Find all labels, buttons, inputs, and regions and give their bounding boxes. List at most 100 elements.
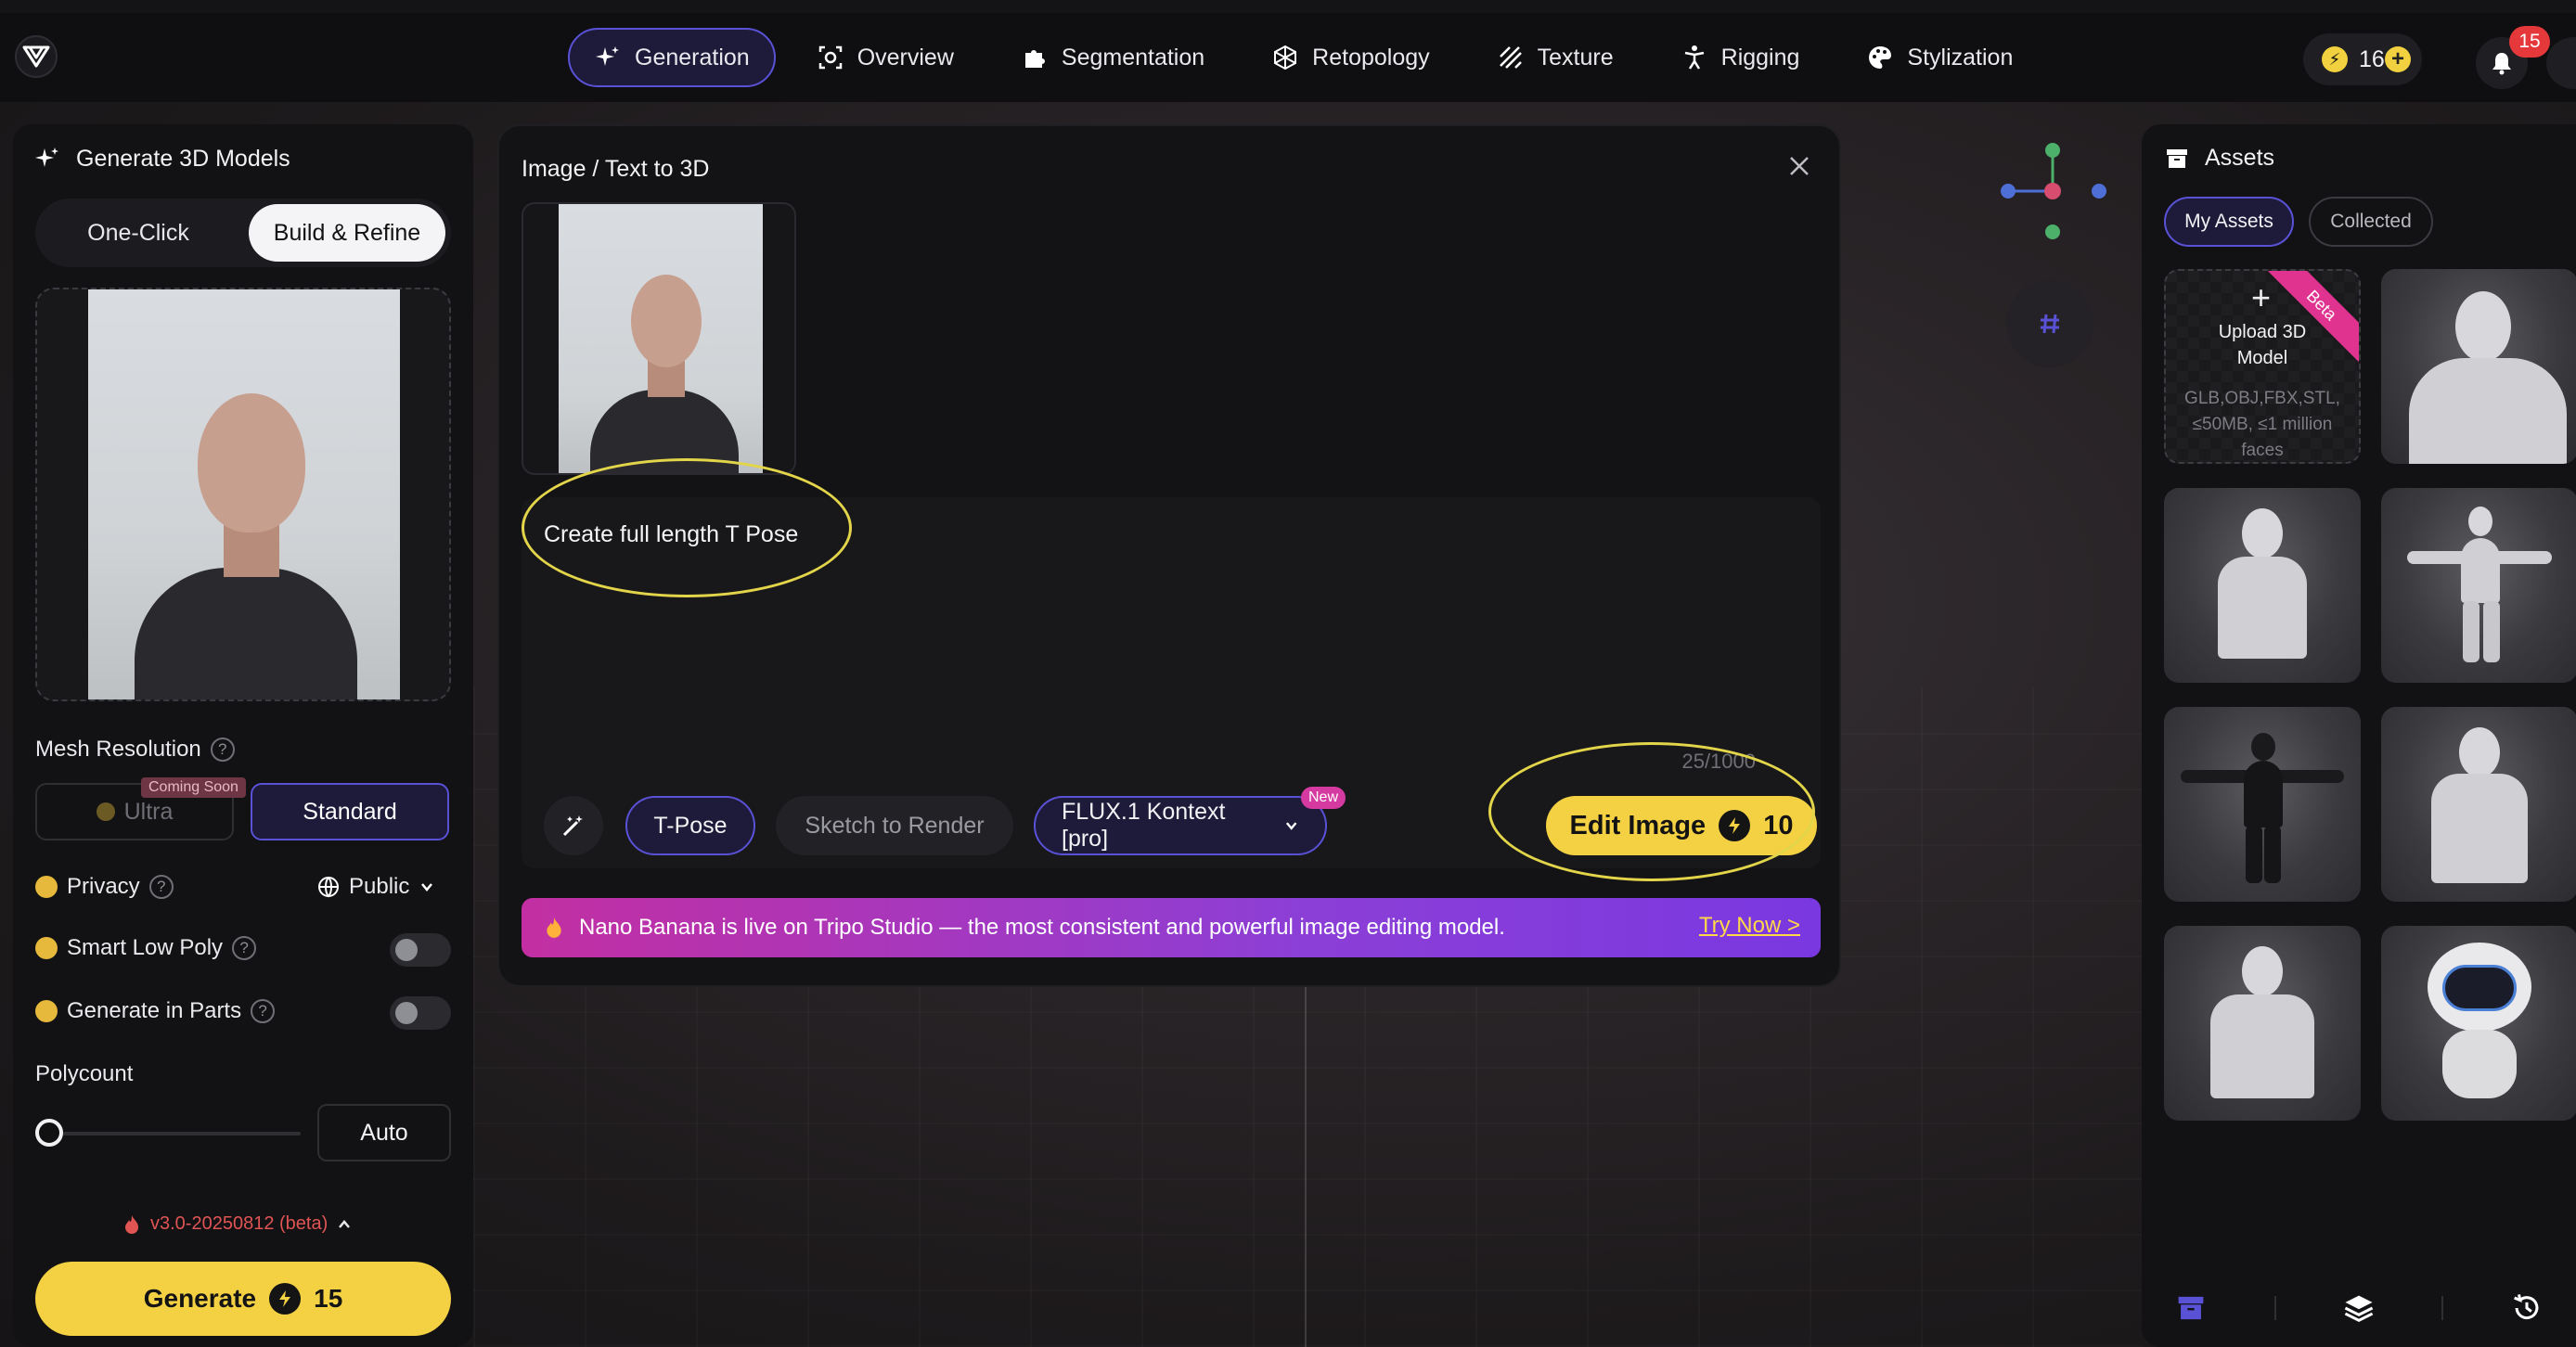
tab-segmentation[interactable]: Segmentation: [995, 28, 1230, 87]
asset-thumbnail[interactable]: [2164, 707, 2361, 902]
my-assets-tab[interactable]: My Assets: [2164, 197, 2294, 247]
asset-thumbnail[interactable]: [2381, 269, 2576, 464]
premium-icon: [96, 802, 115, 821]
prompt-textarea[interactable]: Create full length T Pose 25/1000 T-Pose…: [522, 497, 1821, 868]
tab-label: Generation: [635, 44, 750, 71]
model-body: [2218, 557, 2307, 659]
generate-cost: 15: [314, 1284, 343, 1313]
tab-label: Overview: [857, 44, 954, 71]
smart-low-poly-toggle[interactable]: [390, 933, 451, 967]
one-click-tab[interactable]: One-Click: [41, 204, 236, 262]
photo-head: [198, 393, 305, 532]
credits-balance[interactable]: ⚡ 160 +: [2303, 33, 2422, 85]
model-leg: [2246, 826, 2262, 883]
try-now-link[interactable]: Try Now >: [1699, 913, 1800, 939]
model-select[interactable]: FLUX.1 Kontext [pro]: [1034, 796, 1327, 855]
prompt-text: Create full length T Pose: [544, 521, 799, 547]
fire-icon: [547, 917, 561, 938]
t-pose-chip[interactable]: T-Pose: [625, 796, 755, 855]
model-head: [2251, 733, 2275, 761]
grid-toggle-button[interactable]: [2006, 280, 2093, 367]
close-icon[interactable]: [1785, 152, 1813, 180]
sparkles-icon: [596, 46, 619, 66]
assets-title: Assets: [2164, 145, 2274, 172]
tab-label: Stylization: [1907, 44, 2014, 71]
asset-thumbnail[interactable]: [2164, 488, 2361, 683]
model-leg: [2463, 601, 2479, 662]
model-head: [2455, 291, 2511, 362]
assets-bottom-toolbar: [2142, 1280, 2576, 1336]
divider: [2441, 1296, 2444, 1320]
premium-icon: [35, 876, 58, 898]
coming-soon-badge: Coming Soon: [141, 777, 246, 798]
asset-thumbnail[interactable]: [2381, 926, 2576, 1121]
generate-button[interactable]: Generate 15: [35, 1262, 451, 1336]
help-icon[interactable]: ?: [232, 936, 257, 960]
ultra-label: Ultra: [123, 798, 174, 825]
magic-wand-button[interactable]: [544, 796, 603, 855]
polycount-label: Polycount: [35, 1061, 134, 1086]
archive-box-icon[interactable]: [2175, 1292, 2207, 1324]
layers-icon[interactable]: [2343, 1292, 2375, 1324]
privacy-select[interactable]: Public: [317, 874, 435, 900]
main-nav: Generation Overview Segmentation Retopol…: [568, 28, 2039, 87]
history-icon[interactable]: [2511, 1292, 2543, 1324]
image-upload-area[interactable]: [35, 288, 451, 701]
axis-gizmo[interactable]: [1993, 137, 2114, 254]
tab-texture[interactable]: Texture: [1471, 28, 1640, 87]
bell-icon: [2492, 53, 2511, 75]
tab-overview[interactable]: Overview: [791, 28, 980, 87]
polycount-slider-thumb[interactable]: [35, 1119, 63, 1147]
photo-head: [631, 275, 702, 367]
smart-low-poly-text: Smart Low Poly: [67, 935, 224, 960]
modal-title: Image / Text to 3D: [522, 156, 710, 182]
panel-title: Generate 3D Models: [33, 145, 290, 173]
model-version-select[interactable]: v3.0-20250812 (beta): [122, 1213, 352, 1235]
edit-image-button[interactable]: Edit Image 10: [1546, 796, 1817, 855]
new-badge: New: [1301, 787, 1346, 809]
model-head: [2468, 507, 2492, 536]
model-body: [2409, 358, 2567, 464]
promo-text: Nano Banana is live on Tripo Studio — th…: [579, 915, 1505, 940]
asset-thumbnail[interactable]: [2381, 488, 2576, 683]
edit-image-label: Edit Image: [1569, 810, 1707, 840]
help-icon[interactable]: ?: [251, 999, 276, 1023]
premium-icon: [35, 937, 58, 959]
sketch-to-render-chip[interactable]: Sketch to Render: [776, 796, 1013, 855]
person-rig-icon: [1684, 45, 1704, 70]
mesh-resolution-text: Mesh Resolution: [35, 737, 201, 762]
model-head: [2242, 946, 2283, 996]
bolt-icon: [269, 1283, 302, 1315]
top-bar: Generation Overview Segmentation Retopol…: [0, 13, 2576, 102]
help-icon[interactable]: ?: [210, 738, 235, 762]
avatar[interactable]: [2546, 37, 2576, 89]
asset-thumbnail[interactable]: [2164, 926, 2361, 1121]
tab-retopology[interactable]: Retopology: [1245, 28, 1455, 87]
standard-resolution-button[interactable]: Standard: [251, 783, 449, 840]
generate-in-parts-label: Generate in Parts ?: [35, 998, 276, 1024]
tab-generation[interactable]: Generation: [568, 28, 776, 87]
edit-image-cost: 10: [1763, 810, 1794, 840]
tripo-logo[interactable]: [15, 35, 58, 78]
generate-label: Generate: [143, 1284, 257, 1313]
tab-stylization[interactable]: Stylization: [1840, 28, 2039, 87]
globe-icon: [318, 877, 339, 898]
add-credits-button[interactable]: +: [2385, 46, 2411, 72]
tab-rigging[interactable]: Rigging: [1655, 28, 1826, 87]
puzzle-icon: [1024, 50, 1045, 68]
tab-label: Texture: [1537, 44, 1614, 71]
generate-panel: Generate 3D Models One-Click Build & Ref…: [13, 124, 473, 1347]
polycount-slider-track[interactable]: [50, 1132, 301, 1135]
asset-thumbnail[interactable]: [2381, 707, 2576, 902]
uploaded-photo: [88, 289, 400, 699]
collected-tab[interactable]: Collected: [2309, 197, 2433, 247]
model-leg: [2264, 826, 2281, 883]
generate-in-parts-toggle[interactable]: [390, 996, 451, 1030]
generate-in-parts-text: Generate in Parts: [67, 998, 242, 1023]
help-icon[interactable]: ?: [148, 875, 174, 899]
reference-image-thumbnail[interactable]: [522, 202, 796, 475]
premium-icon: [35, 1000, 58, 1022]
polycount-input[interactable]: Auto: [317, 1104, 451, 1161]
upload-3d-model-card[interactable]: + Upload 3D Model GLB,OBJ,FBX,STL, ≤50MB…: [2164, 269, 2361, 464]
build-refine-tab[interactable]: Build & Refine: [249, 204, 445, 262]
